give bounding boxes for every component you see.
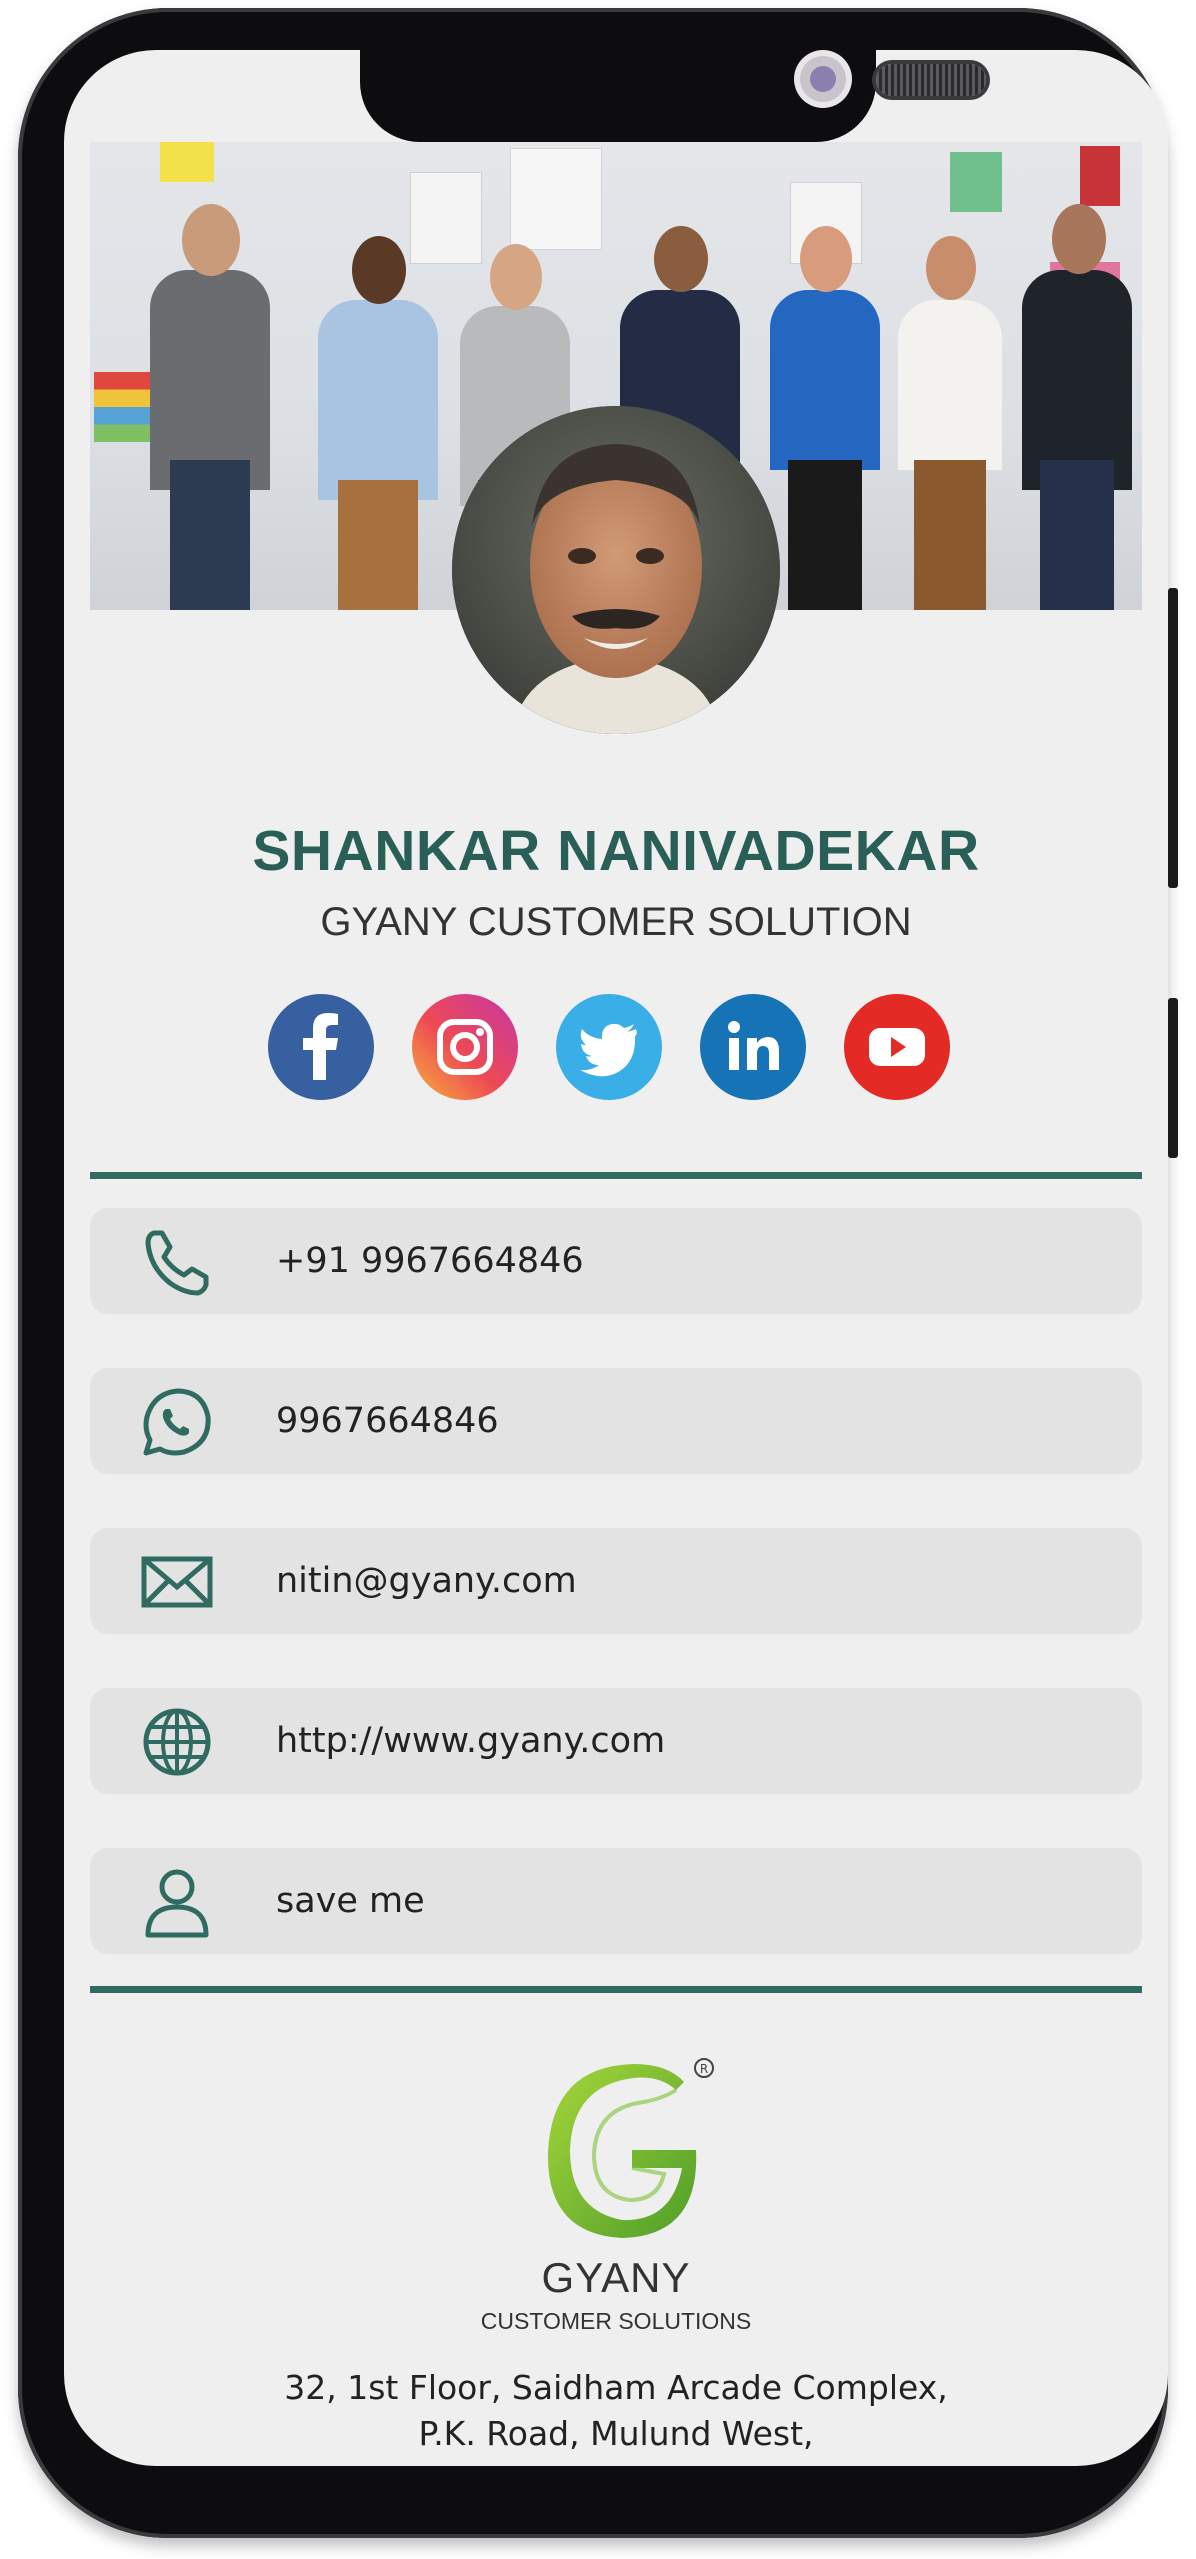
phone-frame: SHANKAR NANIVADEKAR GYANY CUSTOMER SOLUT…: [18, 8, 1178, 2538]
team-member: [1012, 170, 1142, 610]
brand-name: GYANY: [541, 2254, 691, 2301]
team-member: [140, 170, 280, 610]
social-links: [64, 994, 1168, 1104]
facebook-icon[interactable]: [268, 994, 374, 1100]
phone-row[interactable]: +91 9967664846: [90, 1208, 1142, 1314]
globe-icon: [140, 1705, 214, 1779]
whatsapp-row[interactable]: 9967664846: [90, 1368, 1142, 1474]
whatsapp-text: 9967664846: [276, 1401, 499, 1441]
profile-company: GYANY CUSTOMER SOLUTION: [320, 900, 912, 944]
profile-name: SHANKAR NANIVADEKAR: [252, 819, 980, 883]
save-contact-row[interactable]: save me: [90, 1848, 1142, 1954]
power-button: [1168, 998, 1178, 1158]
front-camera: [800, 56, 846, 102]
save-text: save me: [276, 1881, 425, 1921]
twitter-icon[interactable]: [556, 994, 662, 1100]
email-row[interactable]: nitin@gyany.com: [90, 1528, 1142, 1634]
user-icon: [140, 1865, 214, 1939]
screen: SHANKAR NANIVADEKAR GYANY CUSTOMER SOLUT…: [64, 50, 1168, 2466]
phone-icon: [140, 1225, 214, 1299]
instagram-icon[interactable]: [412, 994, 518, 1100]
mail-icon: [140, 1545, 214, 1619]
volume-button: [1168, 588, 1178, 888]
address-line-1: 32, 1st Floor, Saidham Arcade Complex,: [284, 2368, 948, 2407]
linkedin-icon[interactable]: [700, 994, 806, 1100]
address-line-2: P.K. Road, Mulund West,: [418, 2414, 814, 2453]
phone-notch: [360, 50, 986, 142]
website-row[interactable]: http://www.gyany.com: [90, 1688, 1142, 1794]
earpiece-speaker: [876, 64, 986, 96]
team-member: [890, 200, 1010, 610]
phone-text: +91 9967664846: [276, 1241, 584, 1281]
section-divider: [90, 1986, 1142, 1993]
section-divider: [90, 1172, 1142, 1179]
website-text: http://www.gyany.com: [276, 1721, 666, 1761]
gyany-logo: R: [526, 2050, 726, 2250]
email-text: nitin@gyany.com: [276, 1561, 577, 1601]
team-member: [760, 190, 890, 610]
profile-avatar: [452, 406, 780, 734]
team-member: [308, 200, 448, 610]
brand-subtitle: CUSTOMER SOLUTIONS: [480, 2308, 752, 2334]
youtube-icon[interactable]: [844, 994, 950, 1100]
svg-text:R: R: [700, 2062, 708, 2076]
whatsapp-icon: [140, 1385, 214, 1459]
